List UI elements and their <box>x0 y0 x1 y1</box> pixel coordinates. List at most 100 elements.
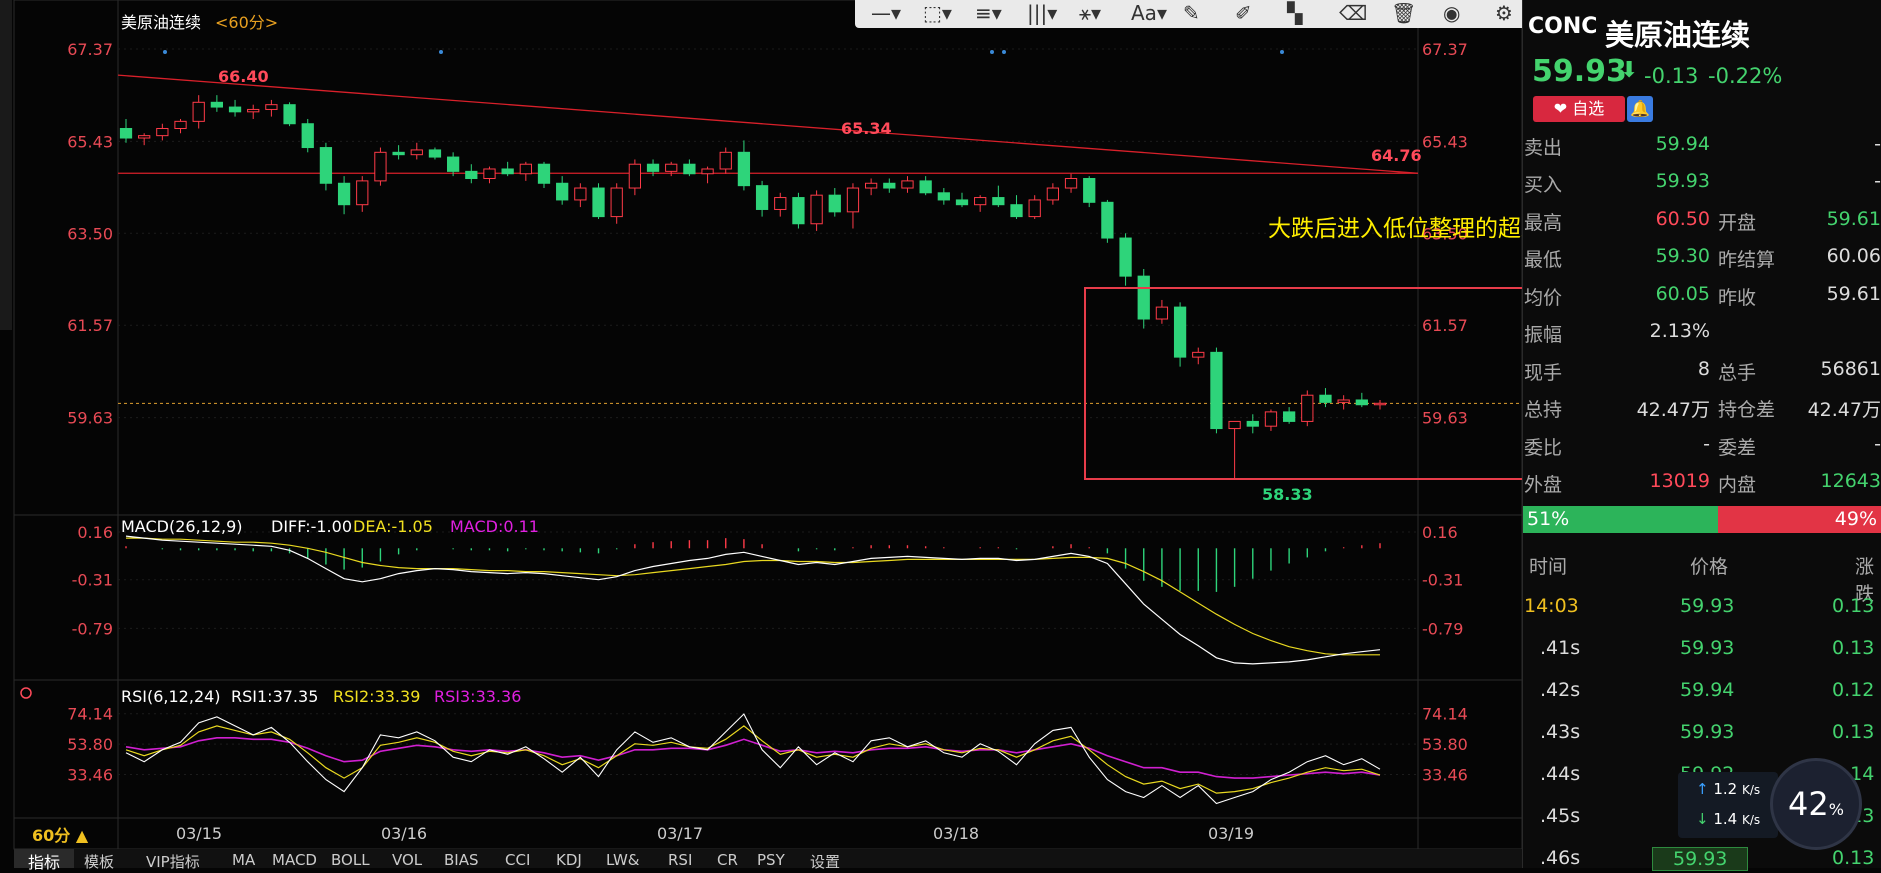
candle[interactable] <box>392 151 405 156</box>
candle[interactable] <box>974 197 987 206</box>
candle[interactable] <box>1192 351 1205 358</box>
toolbar-tool-icon[interactable]: —▾ <box>871 1 901 25</box>
candle[interactable] <box>628 163 642 189</box>
candle[interactable] <box>247 108 260 113</box>
candle[interactable] <box>119 127 133 139</box>
candle[interactable] <box>737 151 751 187</box>
candle[interactable] <box>374 151 387 182</box>
candle[interactable] <box>1210 351 1223 430</box>
indicator-tab[interactable]: MA <box>232 851 255 869</box>
indicator-tab[interactable]: BIAS <box>444 851 479 869</box>
candle[interactable] <box>283 104 296 125</box>
period-label[interactable]: 60分 ▲ <box>32 826 89 845</box>
candle[interactable] <box>901 180 914 189</box>
toolbar-tool-icon[interactable]: ≡▾ <box>975 1 1002 25</box>
candle[interactable] <box>537 163 551 184</box>
toolbar-tool-icon[interactable]: 🗑 <box>1391 1 1416 25</box>
candle[interactable] <box>701 168 714 175</box>
candle[interactable] <box>192 101 205 122</box>
toolbar-tool-icon[interactable]: ◉ <box>1443 1 1460 25</box>
candle[interactable] <box>992 197 1005 206</box>
toolbar-tool-icon[interactable]: ▚ <box>1287 1 1302 25</box>
candle[interactable] <box>1155 306 1169 320</box>
indicator-tab[interactable]: KDJ <box>556 851 582 869</box>
candle[interactable] <box>1137 275 1150 320</box>
candle[interactable] <box>864 182 878 189</box>
candle[interactable] <box>1301 394 1314 422</box>
candle[interactable] <box>1083 178 1096 203</box>
candle[interactable] <box>1264 411 1278 427</box>
candle[interactable] <box>792 197 805 225</box>
candle[interactable] <box>428 149 442 158</box>
candle[interactable] <box>1246 420 1259 427</box>
toolbar-tool-icon[interactable]: ⬚▾ <box>923 1 952 25</box>
rsi-chart[interactable] <box>125 713 1381 805</box>
candle[interactable] <box>919 180 932 194</box>
indicator-tab[interactable]: 设置 <box>810 851 840 872</box>
candle[interactable] <box>410 149 423 156</box>
candle[interactable] <box>1028 199 1041 218</box>
speed-gauge[interactable]: 42% <box>1770 758 1862 850</box>
candle[interactable] <box>846 187 860 213</box>
candle[interactable] <box>1010 204 1023 218</box>
toolbar-tool-icon[interactable]: ✎ <box>1183 1 1200 25</box>
indicator-tab[interactable]: CCI <box>505 851 530 869</box>
indicator-tab[interactable]: RSI <box>668 851 692 869</box>
settings-dot-icon[interactable] <box>20 687 32 699</box>
candle[interactable] <box>810 194 823 225</box>
candle[interactable] <box>683 163 696 175</box>
candle[interactable] <box>501 168 514 175</box>
candle[interactable] <box>610 187 623 218</box>
candle[interactable] <box>356 180 369 206</box>
candle[interactable] <box>937 192 950 201</box>
candle[interactable] <box>719 151 732 170</box>
toolbar-tool-icon[interactable]: ✐ <box>1235 1 1252 25</box>
candle[interactable] <box>1046 187 1060 201</box>
candle[interactable] <box>774 197 787 210</box>
candle[interactable] <box>446 156 460 172</box>
candle[interactable] <box>519 163 532 175</box>
candle[interactable] <box>1373 402 1387 406</box>
toolbar-tool-icon[interactable]: ⚹▾ <box>1079 1 1101 25</box>
candle[interactable] <box>265 104 278 110</box>
candle[interactable] <box>1101 201 1114 239</box>
candle[interactable] <box>1355 399 1368 406</box>
candle[interactable] <box>1319 394 1332 403</box>
candle[interactable] <box>1064 178 1078 189</box>
candle[interactable] <box>556 182 569 201</box>
candle[interactable] <box>483 168 496 180</box>
toolbar-tool-icon[interactable]: ⌫ <box>1339 1 1367 25</box>
candle[interactable] <box>156 127 169 137</box>
candle[interactable] <box>1119 237 1132 277</box>
candle[interactable] <box>1173 306 1187 358</box>
candle[interactable] <box>174 120 187 129</box>
toolbar-tool-icon[interactable]: ⚙ <box>1495 1 1513 25</box>
indicator-tab[interactable]: VIP指标 <box>146 851 200 872</box>
indicator-tab[interactable]: VOL <box>392 851 422 869</box>
candle[interactable] <box>955 199 969 206</box>
macd-chart[interactable] <box>125 535 1381 665</box>
candle[interactable] <box>319 147 333 184</box>
indicator-tab[interactable]: LW& <box>606 851 640 869</box>
candle[interactable] <box>574 187 587 201</box>
candle[interactable] <box>301 123 314 149</box>
candle[interactable] <box>592 187 605 218</box>
candle[interactable] <box>755 185 769 210</box>
bell-icon[interactable]: 🔔 <box>1627 96 1653 122</box>
left-tab-strip[interactable] <box>0 0 12 330</box>
candle[interactable] <box>1337 399 1350 403</box>
candle[interactable] <box>1228 420 1241 430</box>
candle[interactable] <box>1282 411 1296 422</box>
indicator-tab[interactable]: 模板 <box>84 851 114 872</box>
candle[interactable] <box>210 101 224 108</box>
indicator-tab[interactable]: 指标 <box>14 849 74 872</box>
toolbar-tool-icon[interactable]: |||▾ <box>1027 1 1057 25</box>
candle[interactable] <box>228 106 242 113</box>
toolbar-tool-icon[interactable]: Aa▾ <box>1131 1 1167 25</box>
candle[interactable] <box>646 163 660 172</box>
indicator-tab[interactable]: CR <box>717 851 738 869</box>
indicator-tab[interactable]: BOLL <box>331 851 370 869</box>
indicator-tab[interactable]: PSY <box>757 851 785 869</box>
candle[interactable] <box>337 182 351 206</box>
candle[interactable] <box>138 135 151 139</box>
